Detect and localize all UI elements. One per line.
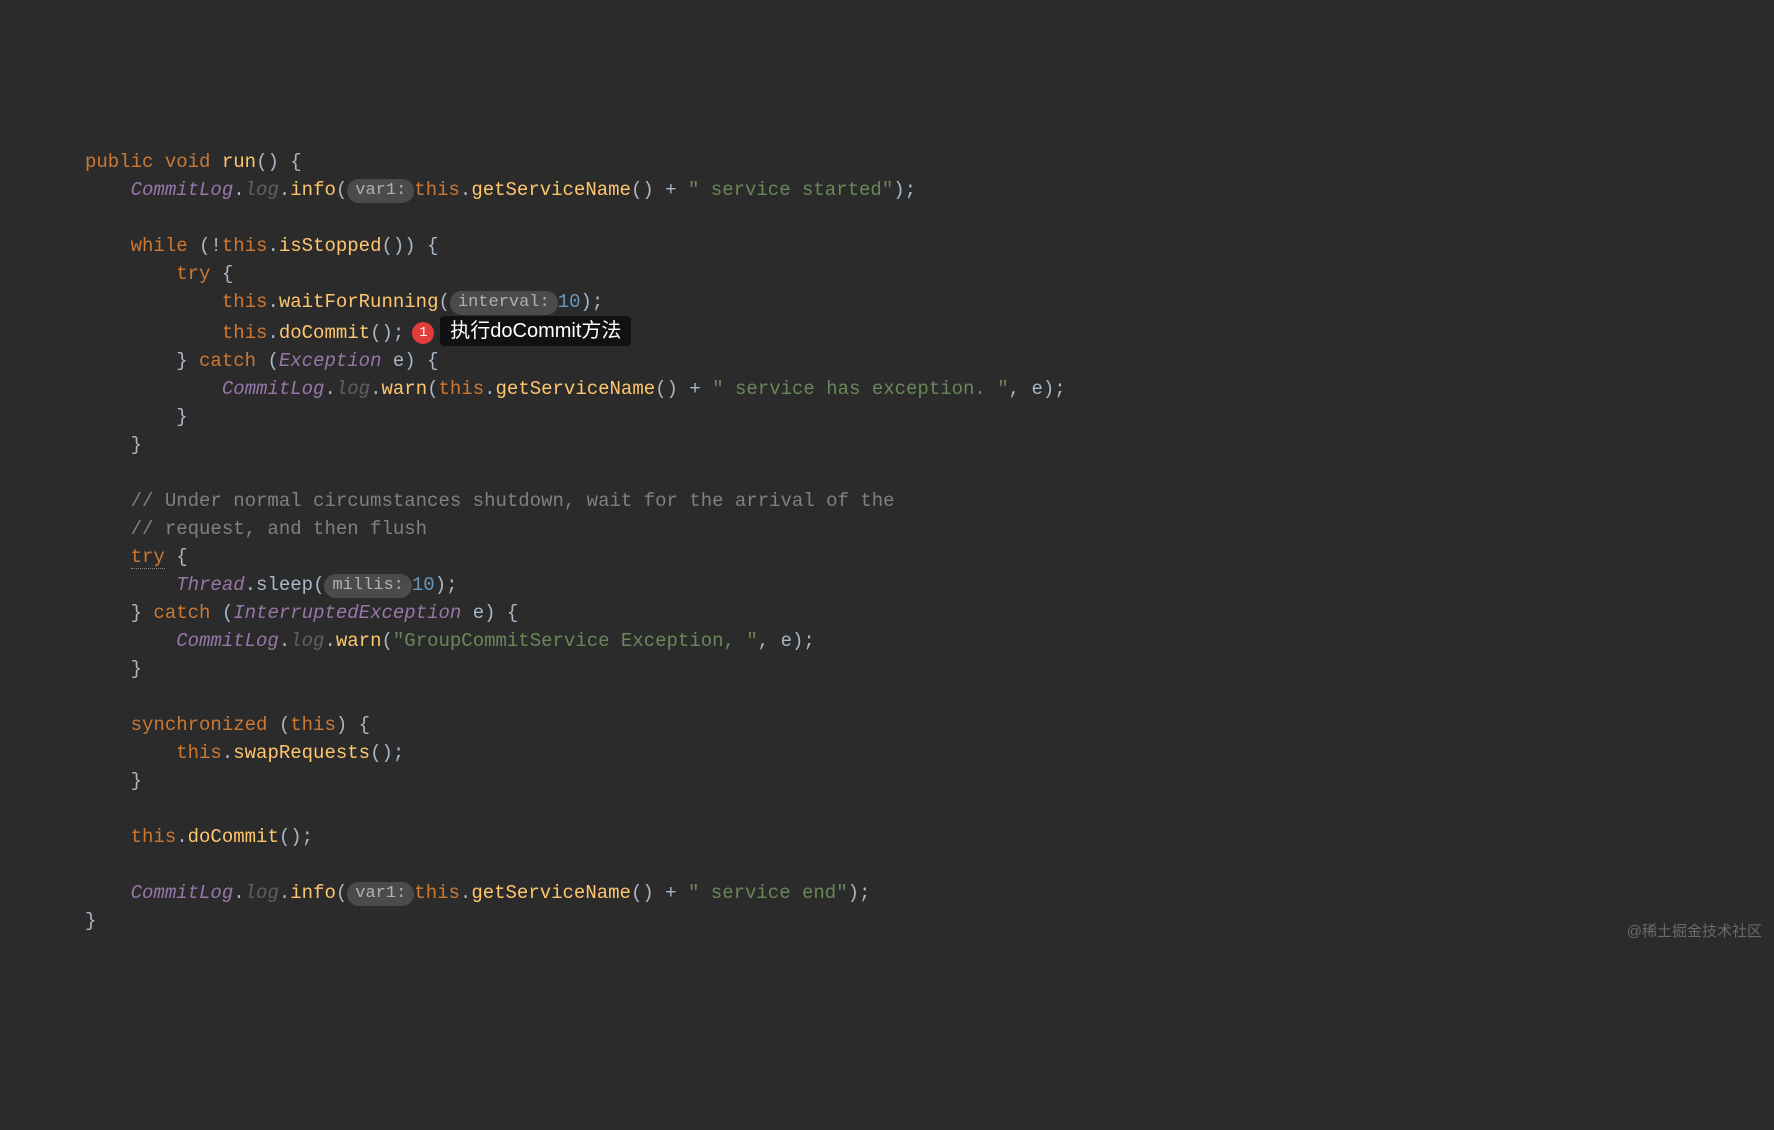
var-e: e <box>393 350 404 372</box>
method-info: info <box>290 882 336 904</box>
hint-millis: millis: <box>324 574 411 598</box>
keyword-this: this <box>131 826 177 848</box>
method-waitforrunning: waitForRunning <box>279 291 439 313</box>
string-service-end: " service end" <box>688 882 848 904</box>
method-getservicename: getServiceName <box>471 179 631 201</box>
class-commitlog: CommitLog <box>131 179 234 201</box>
keyword-this: this <box>222 291 268 313</box>
method-docommit: doCommit <box>188 826 279 848</box>
class-thread: Thread <box>176 574 244 596</box>
class-interruptedexception: InterruptedException <box>233 602 461 624</box>
keyword-this: this <box>290 714 336 736</box>
method-warn: warn <box>381 378 427 400</box>
hint-interval: interval: <box>450 291 558 315</box>
keyword-public: public <box>85 151 153 173</box>
string-service-started: " service started" <box>688 179 893 201</box>
keyword-this: this <box>414 179 460 201</box>
watermark: @稀土掘金技术社区 <box>1627 918 1762 946</box>
method-run: run <box>222 151 256 173</box>
keyword-this: this <box>414 882 460 904</box>
method-getservicename: getServiceName <box>471 882 631 904</box>
keyword-catch: catch <box>153 602 210 624</box>
class-commitlog: CommitLog <box>131 882 234 904</box>
method-warn: warn <box>336 630 382 652</box>
method-isstopped: isStopped <box>279 235 382 257</box>
var-e: e <box>473 602 484 624</box>
class-commitlog: CommitLog <box>222 378 325 400</box>
number-10: 10 <box>558 291 581 313</box>
annotation-badge: 1 <box>412 322 434 344</box>
string-service-exception: " service has exception. " <box>712 378 1008 400</box>
var-e: e <box>1031 378 1042 400</box>
hint-var1: var1: <box>347 179 414 203</box>
keyword-this: this <box>222 235 268 257</box>
keyword-synchronized: synchronized <box>131 714 268 736</box>
class-commitlog: CommitLog <box>176 630 279 652</box>
keyword-this: this <box>222 322 268 344</box>
method-getservicename: getServiceName <box>496 378 656 400</box>
keyword-catch: catch <box>199 350 256 372</box>
annotation-label: 执行doCommit方法 <box>440 316 631 346</box>
field-log: log <box>245 179 279 201</box>
number-10: 10 <box>412 574 435 596</box>
keyword-while: while <box>131 235 188 257</box>
keyword-this: this <box>176 742 222 764</box>
class-exception: Exception <box>279 350 382 372</box>
paren: () { <box>256 151 302 173</box>
method-docommit: doCommit <box>279 322 370 344</box>
hint-var1: var1: <box>347 882 414 906</box>
field-log: log <box>336 378 370 400</box>
code-editor[interactable]: public void run() { CommitLog.log.info(v… <box>0 120 1774 935</box>
var-e: e <box>781 630 792 652</box>
keyword-this: this <box>439 378 485 400</box>
comment-line-1: // Under normal circumstances shutdown, … <box>131 490 895 512</box>
method-sleep: sleep <box>256 574 313 596</box>
field-log: log <box>245 882 279 904</box>
field-log: log <box>290 630 324 652</box>
method-info: info <box>290 179 336 201</box>
string-groupcommit-exc: "GroupCommitService Exception, " <box>393 630 758 652</box>
keyword-try: try <box>131 546 165 569</box>
method-swaprequests: swapRequests <box>233 742 370 764</box>
comment-line-2: // request, and then flush <box>131 518 427 540</box>
keyword-try: try <box>176 263 210 285</box>
keyword-void: void <box>165 151 211 173</box>
